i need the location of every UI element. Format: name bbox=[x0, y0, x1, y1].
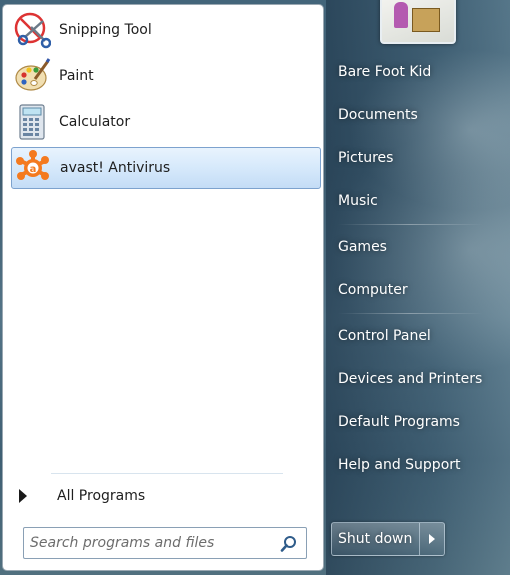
search-box[interactable] bbox=[23, 527, 307, 559]
palette-icon bbox=[13, 57, 51, 95]
program-avast-antivirus[interactable]: a avast! Antivirus bbox=[11, 147, 321, 189]
link-control-panel[interactable]: Control Panel bbox=[338, 328, 431, 344]
program-calculator[interactable]: Calculator bbox=[11, 101, 321, 143]
separator bbox=[338, 224, 483, 225]
user-account-picture[interactable] bbox=[380, 0, 456, 44]
all-programs-button[interactable]: All Programs bbox=[19, 483, 145, 509]
link-default-programs[interactable]: Default Programs bbox=[338, 414, 460, 430]
shutdown-button[interactable]: Shut down bbox=[332, 523, 419, 555]
scissors-icon bbox=[13, 11, 52, 49]
link-music[interactable]: Music bbox=[338, 193, 378, 209]
program-label: Snipping Tool bbox=[59, 22, 152, 38]
triangle-right-icon bbox=[429, 534, 435, 544]
search-input[interactable] bbox=[30, 532, 276, 554]
calculator-icon bbox=[13, 103, 51, 141]
magnifier-icon[interactable] bbox=[280, 535, 298, 553]
separator bbox=[338, 313, 483, 314]
shutdown-options-button[interactable] bbox=[419, 523, 444, 555]
link-documents[interactable]: Documents bbox=[338, 107, 418, 123]
svg-text:a: a bbox=[30, 164, 37, 175]
separator bbox=[51, 473, 283, 474]
program-label: Paint bbox=[59, 68, 94, 84]
program-paint[interactable]: Paint bbox=[11, 55, 321, 97]
user-picture-desk bbox=[412, 8, 440, 32]
all-programs-label: All Programs bbox=[57, 488, 146, 504]
link-user-folder[interactable]: Bare Foot Kid bbox=[338, 64, 431, 80]
avast-icon: a bbox=[14, 149, 52, 187]
program-label: Calculator bbox=[59, 114, 131, 130]
link-computer[interactable]: Computer bbox=[338, 282, 408, 298]
link-devices-and-printers[interactable]: Devices and Printers bbox=[338, 371, 482, 387]
triangle-right-icon bbox=[19, 489, 27, 503]
start-menu-programs-panel: Snipping Tool Paint Calculator a avast! … bbox=[2, 4, 324, 571]
shutdown-button-group: Shut down bbox=[331, 522, 445, 556]
user-picture-figure bbox=[394, 2, 408, 28]
link-pictures[interactable]: Pictures bbox=[338, 150, 393, 166]
link-help-and-support[interactable]: Help and Support bbox=[338, 457, 461, 473]
program-snipping-tool[interactable]: Snipping Tool bbox=[11, 9, 321, 51]
link-games[interactable]: Games bbox=[338, 239, 387, 255]
program-label: avast! Antivirus bbox=[60, 160, 171, 176]
